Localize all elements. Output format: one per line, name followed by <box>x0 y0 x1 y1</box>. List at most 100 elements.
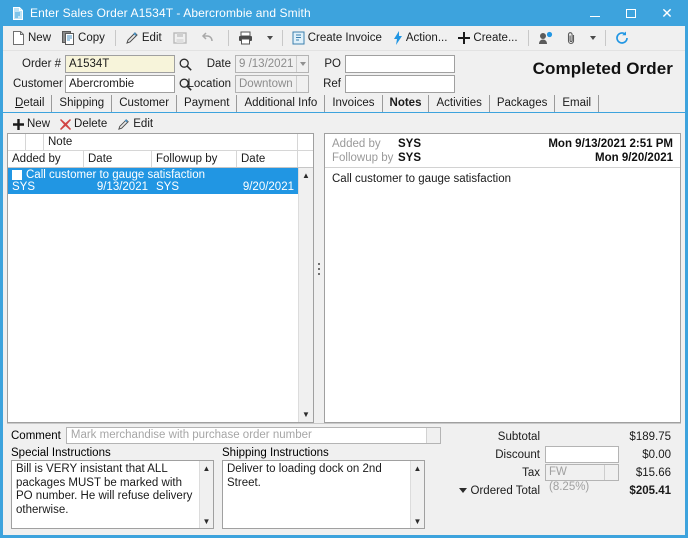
grid-group-note-header[interactable]: Note <box>44 134 298 150</box>
scroll-up-icon-shipping[interactable]: ▲ <box>411 461 425 475</box>
order-search-icon[interactable] <box>178 57 193 72</box>
window-controls: ✕ <box>577 0 685 26</box>
location-value: Downtown <box>239 78 293 90</box>
refresh-button[interactable] <box>610 28 637 49</box>
notes-grid-body: Call customer to gauge satisfaction SYS … <box>8 168 313 422</box>
create-label: Create... <box>473 32 518 44</box>
scroll-down-icon[interactable]: ▼ <box>298 407 313 422</box>
close-button[interactable]: ✕ <box>649 0 685 26</box>
tab-detail[interactable]: Detail <box>8 95 53 112</box>
note-detail-meta: Added by SYS Mon 9/13/2021 2:51 PM Follo… <box>325 134 680 168</box>
tab-email[interactable]: Email <box>555 95 600 112</box>
ref-input[interactable] <box>345 75 455 93</box>
special-instructions-scrollbar[interactable]: ▲ ▼ <box>199 461 213 528</box>
date-picker[interactable]: 9 /13/2021 <box>235 55 309 73</box>
tab-invoices[interactable]: Invoices <box>325 95 383 112</box>
contact-button[interactable] <box>533 28 561 49</box>
chevron-down-icon <box>266 36 273 40</box>
toolbar-separator-4 <box>527 30 529 46</box>
tax-amount: $15.66 <box>635 466 671 479</box>
note-detail-pane: Added by SYS Mon 9/13/2021 2:51 PM Follo… <box>324 133 681 423</box>
new-label: New <box>28 32 52 44</box>
location-field-row: Location Downtown <box>181 75 309 93</box>
note-detail-body[interactable]: Call customer to gauge satisfaction <box>325 168 680 422</box>
row-checkbox[interactable] <box>12 169 22 180</box>
column-header-followup-by[interactable]: Followup by <box>152 151 237 167</box>
notes-grid-header: Added by Date Followup by Date <box>8 151 313 168</box>
action-label: Action... <box>405 32 448 44</box>
edit-button[interactable]: Edit <box>120 28 167 49</box>
date-dropdown-icon[interactable] <box>296 56 308 72</box>
note-edit-button[interactable]: Edit <box>117 118 153 131</box>
tab-notes[interactable]: Notes <box>383 95 430 112</box>
user-add-icon <box>538 31 553 45</box>
notes-toolbar: New Delete Edit <box>7 115 314 133</box>
discount-label: Discount <box>495 448 540 461</box>
note-added-on: Mon 9/13/2021 2:51 PM <box>548 138 673 150</box>
attach-dropdown-button[interactable] <box>585 28 601 49</box>
row-note-text: Call customer to gauge satisfaction <box>26 168 205 181</box>
comment-row: Comment Mark merchandise with purchase o… <box>11 427 441 444</box>
copy-button[interactable]: Copy <box>57 28 110 49</box>
tab-activities[interactable]: Activities <box>429 95 490 112</box>
tax-row: Tax FW (8.25%) $15.66 <box>441 464 671 493</box>
order-totals: Subtotal $189.75 Discount $0.00 Tax FW (… <box>441 427 677 535</box>
shipping-instructions-scrollbar[interactable]: ▲ ▼ <box>410 461 424 528</box>
notes-grid-scrollbar[interactable]: ▲ ▼ <box>298 168 313 422</box>
column-header-followup-date[interactable]: Date <box>237 151 298 167</box>
column-header-date[interactable]: Date <box>84 151 152 167</box>
comment-label: Comment <box>11 429 61 442</box>
scroll-down-icon-shipping[interactable]: ▼ <box>411 514 425 528</box>
scroll-down-icon-special[interactable]: ▼ <box>200 514 214 528</box>
comment-dropdown-button[interactable] <box>426 428 440 443</box>
comment-placeholder: Mark merchandise with purchase order num… <box>70 429 312 441</box>
tab-bar: Detail Shipping Customer Payment Additio… <box>3 94 685 113</box>
customer-input[interactable] <box>65 75 175 93</box>
special-instructions-textarea[interactable]: Bill is VERY insistant that ALL packages… <box>11 460 214 529</box>
scroll-up-icon-special[interactable]: ▲ <box>200 461 214 475</box>
tab-payment[interactable]: Payment <box>177 95 238 112</box>
maximize-button[interactable] <box>613 0 649 26</box>
column-header-added-by[interactable]: Added by <box>8 151 84 167</box>
po-input[interactable] <box>345 55 455 73</box>
action-button[interactable]: Action... <box>388 28 453 49</box>
pane-splitter[interactable] <box>314 115 324 423</box>
note-delete-button[interactable]: Delete <box>60 118 107 130</box>
note-followup-row: Followup by SYS Mon 9/20/2021 <box>332 151 673 165</box>
note-edit-label: Edit <box>133 118 154 130</box>
minimize-button[interactable] <box>577 0 613 26</box>
printer-icon <box>238 31 253 45</box>
tab-additional-info[interactable]: Additional Info <box>237 95 326 112</box>
create-invoice-button[interactable]: Create Invoice <box>287 28 387 49</box>
note-new-button[interactable]: New <box>13 118 50 130</box>
shipping-instructions-textarea[interactable]: Deliver to loading dock on 2nd Street. ▲… <box>222 460 425 529</box>
save-button[interactable] <box>168 28 195 49</box>
copy-icon <box>62 31 75 45</box>
tax-dropdown-icon[interactable] <box>604 465 618 480</box>
comment-input-wrap[interactable]: Mark merchandise with purchase order num… <box>65 427 441 444</box>
ordered-total-label: Ordered Total <box>470 484 540 497</box>
location-select[interactable]: Downtown <box>235 75 309 93</box>
undo-button[interactable] <box>196 28 223 49</box>
note-added-row: Added by SYS Mon 9/13/2021 2:51 PM <box>332 137 673 151</box>
expand-total-icon[interactable] <box>458 488 467 493</box>
print-button[interactable] <box>233 28 261 49</box>
tab-shipping[interactable]: Shipping <box>52 95 113 112</box>
new-button[interactable]: New <box>7 28 56 49</box>
tax-select[interactable]: FW (8.25%) <box>545 464 619 493</box>
tab-customer[interactable]: Customer <box>112 95 178 112</box>
location-dropdown-icon[interactable] <box>295 76 308 92</box>
document-icon <box>10 6 24 20</box>
order-number-input[interactable] <box>65 55 175 73</box>
attach-button[interactable] <box>562 28 584 49</box>
scroll-up-icon[interactable]: ▲ <box>298 168 313 183</box>
discount-input[interactable] <box>545 446 619 463</box>
order-number-field-row: Order # <box>13 55 196 73</box>
create-button[interactable]: Create... <box>453 28 522 49</box>
refresh-icon <box>615 31 629 45</box>
tax-label: Tax <box>522 466 540 479</box>
tab-packages[interactable]: Packages <box>490 95 556 112</box>
shipping-instructions-value: Deliver to loading dock on 2nd Street. <box>227 463 382 489</box>
table-row[interactable]: Call customer to gauge satisfaction SYS … <box>8 168 298 194</box>
print-dropdown-button[interactable] <box>262 28 278 49</box>
